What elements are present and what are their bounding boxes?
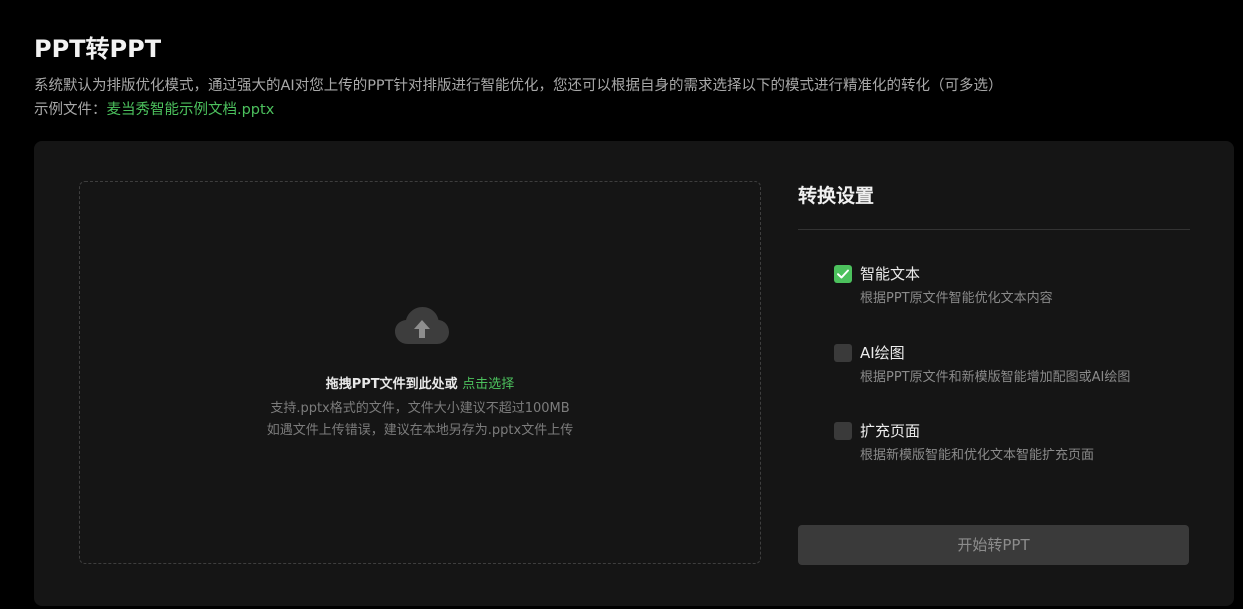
cloud-upload-icon [395,307,449,344]
option-expand-pages[interactable]: 扩充页面 根据新模版智能和优化文本智能扩充页面 [834,421,1174,465]
option-smart-text[interactable]: 智能文本 根据PPT原文件智能优化文本内容 [834,264,1174,308]
page-description: 系统默认为排版优化模式，通过强大的AI对您上传的PPT针对排版进行智能优化，您还… [34,78,1003,94]
conversion-settings: 转换设置 智能文本 根据PPT原文件智能优化文本内容 AI绘图 根据PPT原文件… [798,141,1190,606]
smart-text-checkbox[interactable] [834,265,852,283]
dropzone-instruction: 拖拽PPT文件到此处或 [325,377,458,392]
sample-file-label: 示例文件： [34,102,107,118]
option-label: 智能文本 [860,265,921,283]
start-convert-button[interactable]: 开始转PPT [798,525,1189,565]
settings-divider [798,229,1190,230]
sample-file-line: 示例文件：麦当秀智能示例文档.pptx [34,100,274,120]
dropzone-format-hint: 支持.pptx格式的文件，文件大小建议不超过100MB [270,401,570,416]
dropzone-main-text: 拖拽PPT文件到此处或 点击选择 [80,376,760,394]
settings-title: 转换设置 [798,185,875,207]
option-description: 根据新模版智能和优化文本智能扩充页面 [860,448,1095,463]
click-to-select-link[interactable]: 点击选择 [462,377,514,392]
dropzone-error-hint: 如遇文件上传错误，建议在本地另存为.pptx文件上传 [266,423,574,438]
check-icon [837,269,849,279]
option-label: AI绘图 [860,344,905,362]
ppt-to-ppt-page: PPT转PPT 系统默认为排版优化模式，通过强大的AI对您上传的PPT针对排版进… [0,0,1243,609]
option-ai-drawing[interactable]: AI绘图 根据PPT原文件和新模版智能增加配图或AI绘图 [834,343,1174,387]
option-description: 根据PPT原文件和新模版智能增加配图或AI绘图 [860,370,1131,385]
page-title: PPT转PPT [34,35,162,63]
file-dropzone[interactable]: 拖拽PPT文件到此处或 点击选择 支持.pptx格式的文件，文件大小建议不超过1… [79,181,761,564]
option-description: 根据PPT原文件智能优化文本内容 [860,291,1053,306]
conversion-panel: 拖拽PPT文件到此处或 点击选择 支持.pptx格式的文件，文件大小建议不超过1… [34,141,1234,606]
expand-pages-checkbox[interactable] [834,422,852,440]
option-label: 扩充页面 [860,422,921,440]
sample-file-link[interactable]: 麦当秀智能示例文档.pptx [107,102,275,118]
ai-drawing-checkbox[interactable] [834,344,852,362]
